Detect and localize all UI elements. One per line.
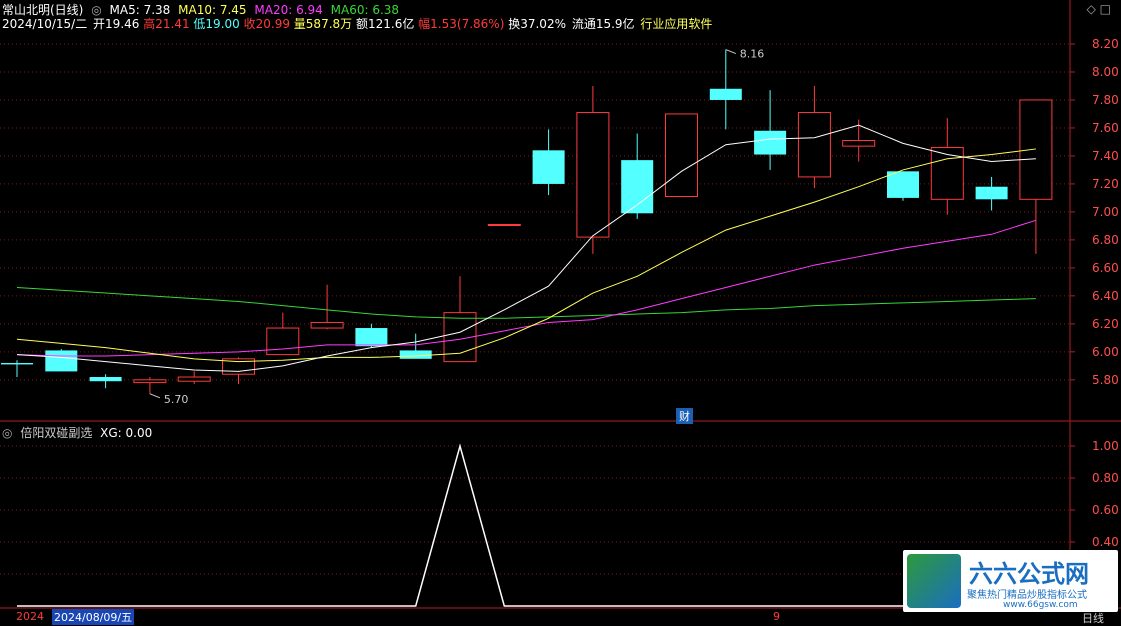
- quote-amount: 额121.6亿: [355, 17, 415, 31]
- high-arrow: [725, 49, 736, 55]
- indicator-toggle-icon[interactable]: ◎: [2, 426, 12, 440]
- cursor-date: 2024/08/09/五: [52, 609, 135, 625]
- quote-industry[interactable]: 行业应用软件: [640, 17, 712, 31]
- diamond-icon[interactable]: ◇: [1087, 2, 1096, 16]
- quote-open: 开19.46: [93, 17, 140, 31]
- candle-body: [266, 327, 300, 356]
- candle-body: [310, 321, 344, 329]
- candle-body: [842, 140, 876, 147]
- candle-body: [975, 186, 1008, 200]
- ma20-line: [16, 219, 1037, 357]
- candle-body: [754, 130, 787, 155]
- candle-body: [133, 379, 167, 384]
- layout-buttons: ◇ □: [1087, 2, 1111, 16]
- chart-stage: 5.80 6.00 6.20 6.40 6.60 6.80 7.00 7.20 7.40 7.60…: [0, 0, 1121, 625]
- low-label: 5.70: [164, 393, 189, 406]
- y-tick-label: 7.60: [1092, 121, 1119, 135]
- y-tick-label: 6.20: [1092, 317, 1119, 331]
- candle-body: [576, 112, 610, 238]
- y-tick-label: 6.60: [1092, 261, 1119, 275]
- ma10-line: [16, 148, 1036, 363]
- candle-body: [797, 112, 831, 178]
- year-prefix: 2024: [16, 610, 44, 623]
- y-tick-label: 6.00: [1092, 345, 1119, 359]
- candle-body: [709, 88, 742, 100]
- y-tick-label: 6.80: [1092, 233, 1119, 247]
- y-tick-label: 5.80: [1092, 373, 1119, 387]
- candle-body: [45, 350, 78, 372]
- indicator-y-tick-label: 0.80: [1092, 471, 1119, 485]
- ma60-line: [16, 286, 1036, 319]
- xg-line: [17, 443, 1036, 607]
- indicator-y-tick-label: 1.00: [1092, 439, 1119, 453]
- quote-float: 流通15.9亿: [571, 17, 635, 31]
- y-tick-label: 8.00: [1092, 65, 1119, 79]
- candle-body: [399, 350, 432, 359]
- square-icon[interactable]: □: [1100, 2, 1111, 16]
- finance-badge[interactable]: 财: [676, 408, 693, 424]
- candle-body: [1, 363, 33, 365]
- indicator-name[interactable]: 倍阳双碰副选: [20, 426, 92, 440]
- month-mark: 9: [773, 610, 780, 623]
- indicator-y-tick-label: 0.40: [1092, 535, 1119, 549]
- y-tick-label: 8.20: [1092, 37, 1119, 51]
- candle-body: [89, 377, 122, 382]
- y-tick-label: 7.80: [1092, 93, 1119, 107]
- header-line-2: 2024/10/15/二 开19.46 高21.41 低19.00 收20.99…: [2, 15, 716, 32]
- indicator-header: ◎ 倍阳双碰副选 XG: 0.00: [2, 424, 156, 441]
- y-tick-label: 7.40: [1092, 149, 1119, 163]
- quote-close: 收20.99: [243, 17, 290, 31]
- candle-body: [665, 113, 698, 198]
- logo-url: www.66gsw.com: [1003, 600, 1078, 610]
- candle-body: [532, 150, 565, 184]
- logo-subtitle: 聚焦热门精品炒股指标公式: [967, 590, 1087, 601]
- indicator-value: XG: 0.00: [100, 426, 153, 440]
- quote-low: 低19.00: [193, 17, 240, 31]
- low-arrow: [149, 393, 161, 399]
- chart-canvas[interactable]: 5.80 6.00 6.20 6.40 6.60 6.80 7.00 7.20 7.40 7.60…: [0, 0, 1121, 624]
- quote-turnover: 换37.02%: [508, 17, 566, 31]
- indicator-y-tick-label: 0.60: [1092, 503, 1119, 517]
- candle-body: [887, 171, 919, 198]
- quote-volume: 量587.8万: [293, 17, 353, 31]
- logo-icon: [907, 554, 961, 608]
- logo-title: 六六公式网: [969, 560, 1089, 588]
- candle-body: [177, 376, 211, 382]
- candle-body: [355, 328, 388, 347]
- ma5-line: [16, 124, 1036, 372]
- quote-date: 2024/10/15/二: [2, 17, 88, 31]
- quote-high: 高21.41: [143, 17, 190, 31]
- high-label: 8.16: [740, 48, 765, 61]
- y-tick-label: 7.00: [1092, 205, 1119, 219]
- quote-change: 幅1.53(7.86%): [418, 17, 505, 31]
- y-tick-label: 7.20: [1092, 177, 1119, 191]
- site-logo: 六六公式网 聚焦热门精品炒股指标公式 www.66gsw.com: [903, 550, 1118, 612]
- candle-body: [930, 147, 964, 200]
- candle-body: [1019, 99, 1053, 200]
- y-tick-label: 6.40: [1092, 289, 1119, 303]
- candle-body: [487, 223, 521, 226]
